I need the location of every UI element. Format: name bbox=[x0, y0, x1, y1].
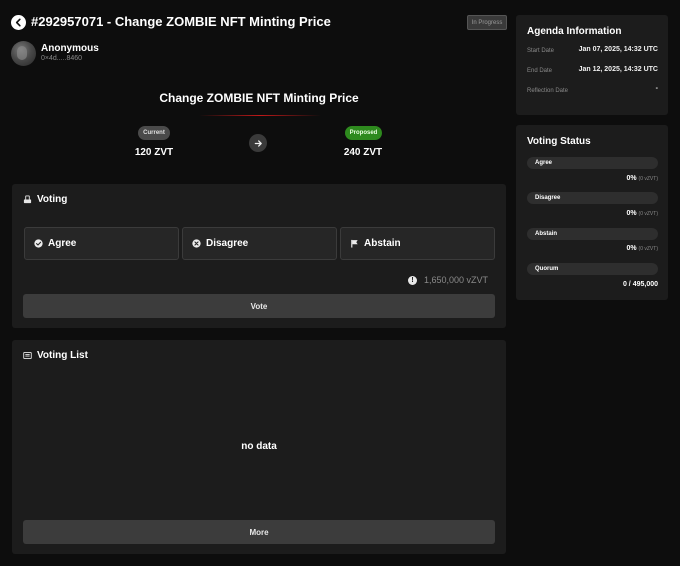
flag-icon bbox=[351, 239, 358, 248]
agree-option[interactable]: Agree bbox=[24, 227, 179, 260]
vote-button[interactable]: Vote bbox=[23, 294, 495, 318]
x-circle-icon bbox=[192, 239, 201, 248]
abstain-result: 0% (0 vZVT) bbox=[626, 245, 658, 252]
title-underline bbox=[199, 115, 321, 116]
disagree-progress-bar: Disagree bbox=[527, 192, 658, 204]
quorum-progress-bar: Quorum bbox=[527, 263, 658, 275]
voting-status-heading: Voting Status bbox=[527, 136, 591, 147]
disagree-vzvt: (0 vZVT) bbox=[638, 211, 658, 217]
proposal-title: Change ZOMBIE NFT Minting Price bbox=[159, 91, 359, 105]
list-icon bbox=[23, 351, 32, 360]
agree-percent: 0% bbox=[626, 175, 637, 182]
current-badge: Current bbox=[138, 126, 170, 140]
voting-heading-label: Voting bbox=[37, 194, 68, 205]
agree-progress-bar: Agree bbox=[527, 157, 658, 169]
reflection-date-value: - bbox=[655, 85, 658, 92]
back-button[interactable] bbox=[11, 15, 26, 30]
author-name: Anonymous bbox=[41, 43, 99, 54]
abstain-option[interactable]: Abstain bbox=[340, 227, 495, 260]
current-value: 120 ZVT bbox=[134, 147, 174, 158]
abstain-percent: 0% bbox=[626, 245, 637, 252]
empty-state: no data bbox=[241, 441, 277, 452]
back-icon bbox=[15, 18, 21, 27]
voting-power-value: 1,650,000 vZVT bbox=[424, 275, 489, 285]
ballot-icon bbox=[23, 195, 32, 204]
disagree-result: 0% (0 vZVT) bbox=[626, 210, 658, 217]
proposed-badge: Proposed bbox=[345, 126, 382, 140]
agree-vzvt: (0 vZVT) bbox=[638, 176, 658, 182]
agree-label: Agree bbox=[48, 238, 77, 249]
author-address: 0×4d.....8460 bbox=[41, 55, 83, 62]
start-date-label: Start Date bbox=[527, 48, 555, 54]
status-badge: In Progress bbox=[467, 15, 507, 30]
disagree-option[interactable]: Disagree bbox=[182, 227, 337, 260]
voting-list-heading-label: Voting List bbox=[37, 350, 88, 361]
avatar bbox=[11, 41, 36, 66]
info-icon[interactable]: ! bbox=[408, 275, 417, 285]
abstain-label: Abstain bbox=[364, 238, 401, 249]
agree-result: 0% (0 vZVT) bbox=[626, 175, 658, 182]
start-date-value: Jan 07, 2025, 14:32 UTC bbox=[578, 46, 658, 53]
end-date-value: Jan 12, 2025, 14:32 UTC bbox=[578, 66, 658, 73]
more-button[interactable]: More bbox=[23, 520, 495, 544]
quorum-value: 0 / 495,000 bbox=[622, 281, 658, 288]
arrow-right-icon bbox=[249, 134, 267, 152]
abstain-progress-bar: Abstain bbox=[527, 228, 658, 240]
end-date-label: End Date bbox=[527, 68, 553, 74]
proposed-value: 240 ZVT bbox=[343, 147, 383, 158]
agenda-heading: Agenda Information bbox=[527, 26, 622, 37]
voting-heading: Voting bbox=[23, 194, 67, 205]
voting-power: ! 1,650,000 vZVT bbox=[408, 275, 488, 285]
disagree-percent: 0% bbox=[626, 210, 637, 217]
check-circle-icon bbox=[34, 239, 43, 248]
abstain-vzvt: (0 vZVT) bbox=[638, 246, 658, 252]
reflection-date-label: Reflection Date bbox=[527, 88, 569, 94]
page-title: #292957071 - Change ZOMBIE NFT Minting P… bbox=[31, 14, 331, 29]
disagree-label: Disagree bbox=[206, 238, 249, 249]
voting-list-heading: Voting List bbox=[23, 350, 88, 361]
